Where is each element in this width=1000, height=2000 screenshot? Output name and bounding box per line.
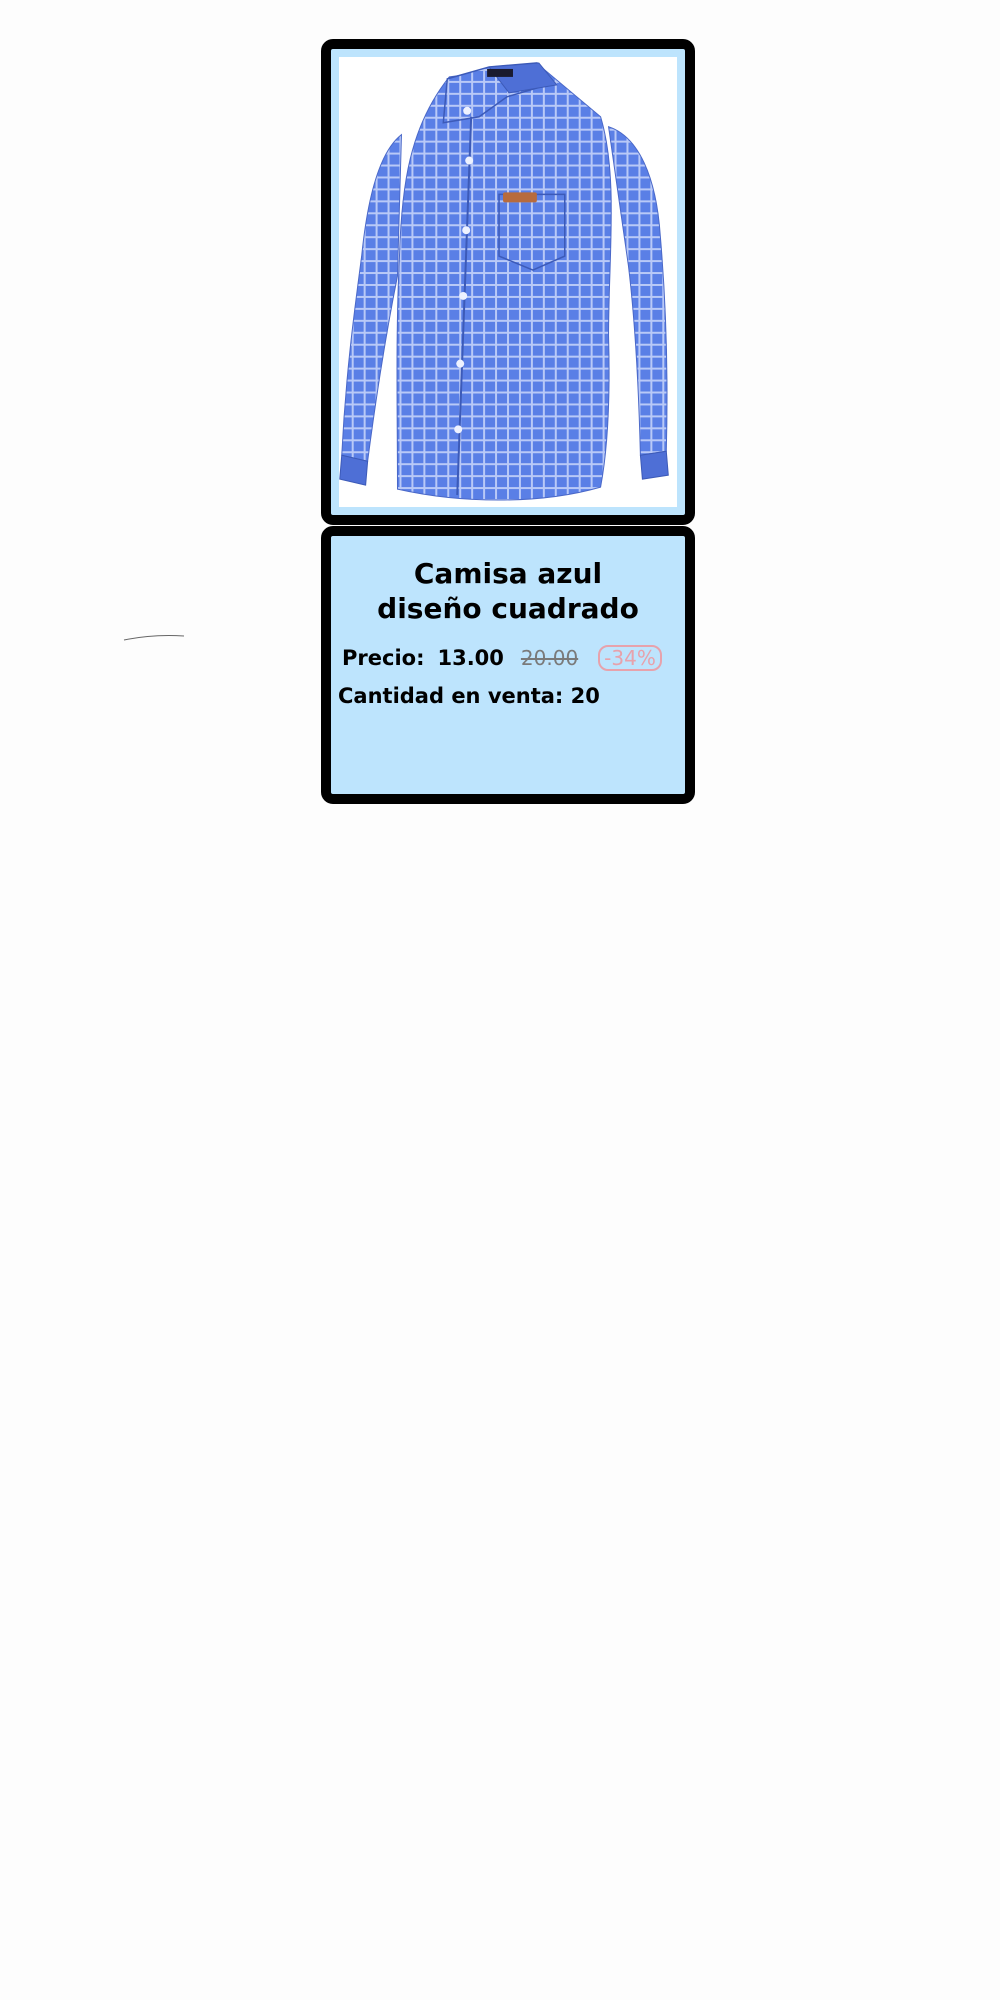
product-title-line2: diseño cuadrado: [377, 592, 639, 625]
page: Camisa azul diseño cuadrado Precio: 13.0…: [0, 0, 1000, 2000]
decorative-stroke: [123, 635, 185, 641]
product-info-card[interactable]: Camisa azul diseño cuadrado Precio: 13.0…: [321, 526, 695, 804]
shirt-icon: [339, 57, 677, 507]
product-title: Camisa azul diseño cuadrado: [331, 556, 685, 626]
price-original: 20.00: [520, 646, 579, 670]
price-current: 13.00: [437, 646, 504, 670]
price-label: Precio:: [342, 646, 425, 670]
product-image: [339, 57, 677, 507]
product-image-card[interactable]: [321, 39, 695, 525]
quantity-value: 20: [570, 684, 600, 708]
quantity-label: Cantidad en venta:: [338, 684, 564, 708]
discount-badge: -34%: [598, 645, 662, 671]
price-row: Precio: 13.00 20.00 -34%: [342, 642, 662, 674]
product-title-line1: Camisa azul: [413, 557, 603, 590]
quantity-row: Cantidad en venta: 20: [338, 684, 600, 708]
